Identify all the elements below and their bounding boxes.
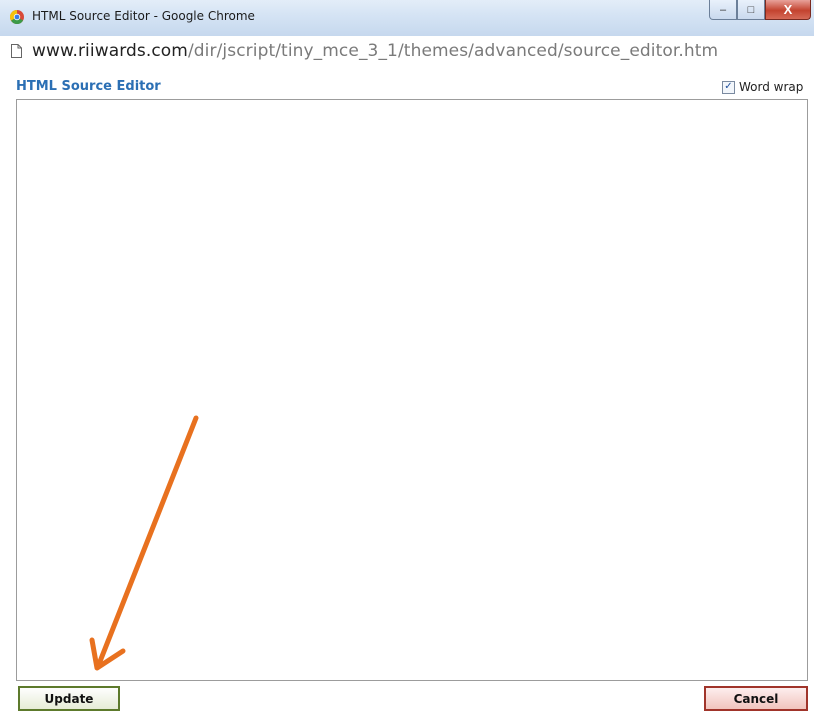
chrome-icon — [10, 10, 24, 24]
url-text[interactable]: www.riiwards.com/dir/jscript/tiny_mce_3_… — [32, 41, 718, 61]
minimize-button[interactable]: – — [709, 0, 737, 20]
window-controls: – □ X — [709, 0, 811, 22]
word-wrap-label: Word wrap — [739, 80, 804, 94]
source-editor-panel: HTML Source Editor ✓ Word wrap Update Ca… — [0, 68, 814, 717]
editor-title: HTML Source Editor — [16, 79, 161, 94]
url-path: /dir/jscript/tiny_mce_3_1/themes/advance… — [187, 41, 719, 61]
source-textarea[interactable] — [16, 99, 808, 681]
update-button[interactable]: Update — [18, 686, 120, 711]
close-icon: X — [783, 2, 793, 17]
cancel-button[interactable]: Cancel — [704, 686, 808, 711]
url-host: www.riiwards.com — [32, 41, 188, 61]
minimize-icon: – — [719, 3, 727, 16]
word-wrap-toggle[interactable]: ✓ Word wrap — [722, 80, 803, 94]
checkbox-checked-icon[interactable]: ✓ — [722, 80, 735, 94]
maximize-button[interactable]: □ — [737, 0, 765, 20]
maximize-icon: □ — [747, 3, 755, 16]
page-icon — [11, 44, 22, 58]
window-titlebar: HTML Source Editor - Google Chrome – □ X — [0, 0, 814, 37]
close-button[interactable]: X — [765, 0, 811, 20]
window-title: HTML Source Editor - Google Chrome — [32, 9, 255, 23]
address-bar[interactable]: www.riiwards.com/dir/jscript/tiny_mce_3_… — [0, 36, 814, 69]
